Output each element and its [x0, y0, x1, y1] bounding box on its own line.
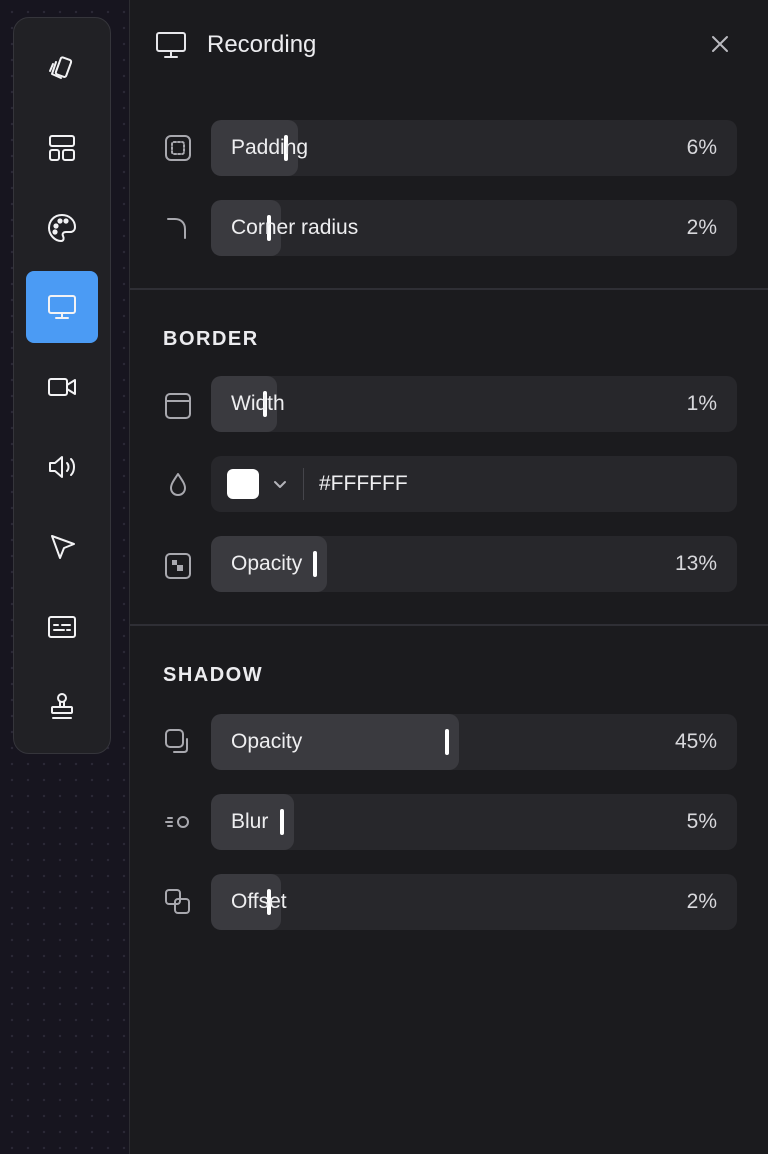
border-width-slider[interactable]: Width 1%	[211, 376, 737, 432]
sidebar-toolbar	[13, 17, 111, 754]
tool-captions[interactable]	[26, 591, 98, 663]
slider-value: 6%	[686, 136, 717, 159]
corner-radius-icon	[163, 213, 193, 243]
color-swatch[interactable]	[227, 469, 259, 499]
blur-icon	[163, 807, 193, 837]
layout-icon	[49, 135, 75, 161]
slider-handle[interactable]	[313, 551, 317, 577]
palette-icon	[48, 214, 76, 242]
slider-handle[interactable]	[280, 809, 284, 835]
opacity-icon	[163, 551, 193, 581]
border-width-icon	[163, 391, 193, 421]
slider-label: Opacity	[231, 730, 303, 753]
shadow-opacity-icon	[163, 727, 193, 757]
tool-audio[interactable]	[26, 431, 98, 503]
monitor-icon	[155, 30, 187, 60]
slider-handle[interactable]	[445, 729, 449, 755]
separator	[303, 468, 304, 500]
shadow-blur-slider[interactable]: Blur 5%	[211, 794, 737, 850]
tool-layout[interactable]	[26, 112, 98, 184]
border-section-title: BORDER	[163, 328, 259, 350]
slider-value: 45%	[674, 730, 717, 753]
section-divider	[130, 288, 768, 290]
video-camera-icon	[48, 378, 76, 396]
tool-cursor[interactable]	[26, 511, 98, 583]
tool-camera[interactable]	[26, 351, 98, 423]
shadow-section-title: SHADOW	[163, 664, 264, 686]
section-divider	[130, 624, 768, 626]
border-color-field	[211, 456, 737, 512]
tool-palette[interactable]	[26, 192, 98, 264]
monitor-icon	[48, 295, 76, 319]
speaker-icon	[49, 456, 75, 478]
chevron-down-icon[interactable]	[271, 475, 289, 493]
slider-label: Width	[231, 392, 285, 415]
tool-cards[interactable]	[26, 32, 98, 104]
shadow-offset-slider[interactable]: Offset 2%	[211, 874, 737, 930]
border-opacity-slider[interactable]: Opacity 13%	[211, 536, 737, 592]
captions-icon	[48, 616, 76, 638]
recording-settings-panel: Recording Padding 6% Corner radius 2% BO…	[129, 0, 768, 1154]
cards-icon	[49, 56, 73, 79]
tool-stamp[interactable]	[26, 671, 98, 743]
close-icon[interactable]	[708, 32, 732, 56]
slider-value: 5%	[686, 810, 717, 833]
droplet-icon	[163, 470, 193, 500]
corner-radius-slider[interactable]: Corner radius 2%	[211, 200, 737, 256]
slider-value: 13%	[674, 552, 717, 575]
hex-color-input[interactable]	[319, 469, 719, 499]
offset-icon	[163, 887, 193, 917]
page-title: Recording	[207, 31, 317, 58]
slider-value: 2%	[686, 890, 717, 913]
slider-value: 2%	[686, 216, 717, 239]
slider-label: Padding	[231, 136, 309, 159]
tool-recording[interactable]	[26, 271, 98, 343]
panel-header: Recording	[130, 0, 768, 90]
slider-label: Blur	[231, 810, 269, 833]
slider-label: Offset	[231, 890, 287, 913]
padding-slider[interactable]: Padding 6%	[211, 120, 737, 176]
slider-label: Corner radius	[231, 216, 359, 239]
shadow-opacity-slider[interactable]: Opacity 45%	[211, 714, 737, 770]
slider-label: Opacity	[231, 552, 303, 575]
padding-icon	[163, 133, 193, 163]
slider-value: 1%	[686, 392, 717, 415]
cursor-icon	[51, 535, 75, 559]
stamp-icon	[51, 693, 73, 719]
